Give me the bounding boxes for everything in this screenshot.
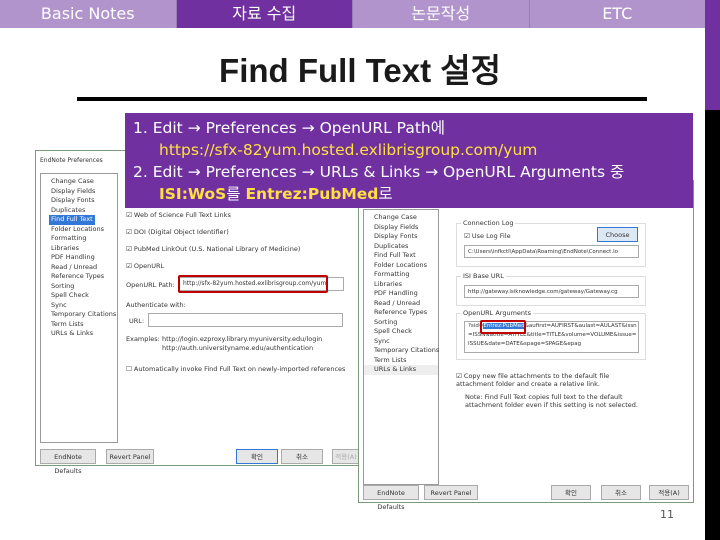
tree-item[interactable]: Term Lists [364, 356, 438, 366]
step1-url: https://sfx-82yum.hosted.exlibrisgroup.c… [159, 141, 538, 159]
revert-panel-button[interactable]: Revert Panel [424, 485, 478, 500]
isi-base-url-input[interactable]: http://gateway.isiknowledge.com/gateway/… [464, 285, 639, 298]
tree-item[interactable]: PDF Handling [41, 253, 117, 263]
tree-item[interactable]: Change Case [364, 213, 438, 223]
note-text: Note: Find Full Text copies full text to… [465, 393, 638, 409]
tree-item[interactable]: Duplicates [364, 242, 438, 252]
tree-item[interactable]: Formatting [41, 234, 117, 244]
tree-item[interactable]: Formatting [364, 270, 438, 280]
tab-basic-notes[interactable]: Basic Notes [0, 0, 177, 28]
tree-item[interactable]: Read / Unread [364, 299, 438, 309]
instruction-box: 1. Edit → Preferences → OpenURL Path에 ht… [125, 113, 693, 208]
url-input[interactable] [148, 313, 343, 327]
tree-item[interactable]: Reference Types [364, 308, 438, 318]
tree-item[interactable]: Term Lists [41, 320, 117, 330]
tree-item[interactable]: Display Fields [364, 223, 438, 233]
tree-item[interactable]: Sync [41, 301, 117, 311]
title-divider [77, 97, 647, 101]
revert-panel-button[interactable]: Revert Panel [106, 449, 154, 464]
tree-item[interactable]: Display Fields [41, 187, 117, 197]
endnote-defaults-button[interactable]: EndNote Defaults [40, 449, 96, 475]
tree-item[interactable]: Change Case [41, 177, 117, 187]
choose-button[interactable]: Choose [597, 227, 638, 242]
doi-checkbox[interactable]: DOI (Digital Object Identifier) [126, 228, 229, 236]
tab-etc[interactable]: ETC [530, 0, 706, 28]
tree-item[interactable]: Find Full Text [364, 251, 438, 261]
preferences-tree: Change Case Display Fields Display Fonts… [40, 173, 118, 443]
pubmed-checkbox[interactable]: PubMed LinkOut (U.S. National Library of… [126, 245, 300, 253]
copy-attachments-checkbox[interactable]: Copy new file attachments to the default… [456, 372, 646, 388]
tree-item[interactable]: Libraries [364, 280, 438, 290]
tree-item[interactable]: Sorting [364, 318, 438, 328]
tree-item[interactable]: Libraries [41, 244, 117, 254]
tree-item[interactable]: Temporary Citations [41, 310, 117, 320]
url-label: URL: [129, 317, 145, 325]
tree-item[interactable]: Sync [364, 337, 438, 347]
openurl-checkbox[interactable]: OpenURL [126, 262, 164, 270]
web-of-science-checkbox[interactable]: Web of Science Full Text Links [126, 211, 231, 219]
tree-item[interactable]: Sorting [41, 282, 117, 292]
endnote-defaults-button[interactable]: EndNote Defaults [363, 485, 419, 511]
apply-button[interactable]: 적용(A) [649, 485, 689, 500]
step2-to: Entrez:PubMed [245, 185, 379, 203]
log-path-input[interactable]: C:\Users\infkctl\AppData\Roaming\EndNote… [464, 245, 639, 258]
ok-button[interactable]: 확인 [551, 485, 591, 500]
example-2: http://auth.universityname.edu/authentic… [162, 344, 314, 352]
tree-item[interactable]: Display Fonts [364, 232, 438, 242]
step2-from: ISI:WoS [159, 185, 227, 203]
callout-openurl-path [178, 275, 328, 293]
side-bar [705, 110, 720, 540]
tree-item[interactable]: Folder Locations [364, 261, 438, 271]
step1-text: Edit → Preferences → OpenURL Path에 [152, 119, 445, 137]
preferences-dialog-urls-links: Change Case Display Fields Display Fonts… [358, 180, 694, 511]
auto-invoke-checkbox[interactable]: Automatically invoke Find Full Text on n… [126, 365, 346, 373]
authenticate-label: Authenticate with: [126, 301, 186, 309]
tree-item[interactable]: Reference Types [41, 272, 117, 282]
examples-label: Examples: [126, 335, 160, 343]
tree-item[interactable]: Duplicates [41, 206, 117, 216]
tree-item[interactable]: Read / Unread [41, 263, 117, 273]
page-number: 11 [660, 508, 674, 521]
tree-item[interactable]: Spell Check [364, 327, 438, 337]
tree-item[interactable]: URLs & Links [364, 365, 438, 375]
apply-button[interactable]: 적용(A) [332, 449, 360, 464]
openurl-path-label: OpenURL Path: [126, 281, 175, 289]
dialog-title: EndNote Preferences [40, 157, 103, 164]
tree-item[interactable]: URLs & Links [41, 329, 117, 339]
preferences-tree: Change Case Display Fields Display Fonts… [363, 209, 439, 485]
use-log-file-checkbox[interactable]: Use Log File [464, 232, 511, 240]
cancel-button[interactable]: 취소 [601, 485, 641, 500]
top-nav: Basic Notes 자료 수집 논문작성 ETC [0, 0, 705, 28]
tree-item-selected[interactable]: Find Full Text [49, 215, 95, 225]
step2-text: Edit → Preferences → URLs & Links → Open… [152, 163, 625, 181]
tree-item[interactable]: Temporary Citations [364, 346, 439, 356]
tab-data-collection[interactable]: 자료 수집 [176, 0, 353, 28]
tab-paper-writing[interactable]: 논문작성 [353, 0, 530, 28]
page-title: Find Full Text 설정 [219, 52, 501, 89]
example-1: http://login.ezproxy.library.myuniversit… [162, 335, 323, 343]
tree-item[interactable]: PDF Handling [364, 289, 438, 299]
cancel-button[interactable]: 취소 [281, 449, 323, 464]
callout-openurl-arguments [480, 320, 526, 334]
tree-item[interactable]: Folder Locations [41, 225, 117, 235]
tree-item[interactable]: Spell Check [41, 291, 117, 301]
ok-button[interactable]: 확인 [236, 449, 278, 464]
tree-item[interactable]: Display Fonts [41, 196, 117, 206]
